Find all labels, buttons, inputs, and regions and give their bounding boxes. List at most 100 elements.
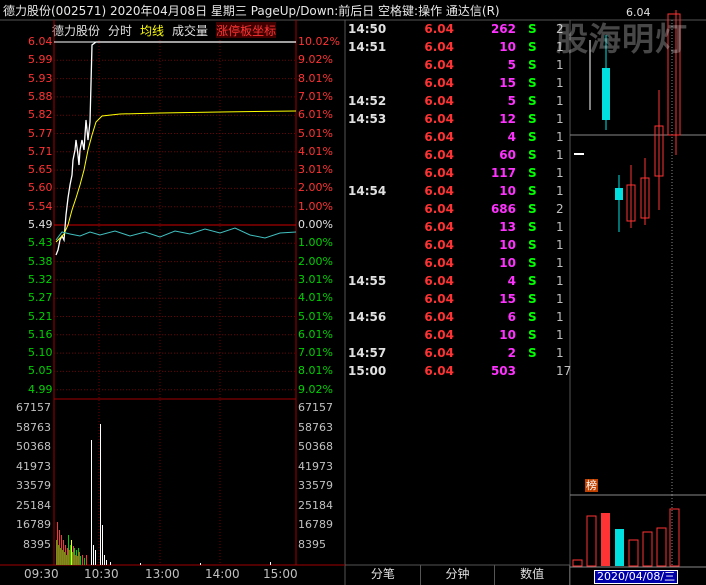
pct-axis-label: 6.01% bbox=[298, 327, 333, 341]
volume-axis-label: 50368 bbox=[298, 440, 333, 453]
kline-price-label: 6.04 bbox=[626, 6, 651, 19]
tick-row: 15:00 6.04 503 17 bbox=[346, 364, 572, 382]
pct-axis-label: 9.02% bbox=[298, 382, 333, 396]
tick-row: 14:52 6.04 5 S 1 bbox=[346, 94, 570, 112]
price-axis-label: 5.43 bbox=[28, 236, 53, 250]
tick-volume: 10 bbox=[499, 40, 516, 54]
volume-bar bbox=[91, 440, 92, 565]
volume-bar bbox=[73, 546, 74, 565]
tick-time: 14:53 bbox=[348, 112, 387, 126]
tick-time: 14:50 bbox=[348, 22, 387, 36]
volume-axis-label: 58763 bbox=[16, 420, 51, 434]
tick-count: 1 bbox=[556, 166, 564, 180]
tick-count: 1 bbox=[556, 220, 564, 234]
time-label-1300: 13:00 bbox=[145, 567, 180, 581]
tick-count: 17 bbox=[556, 364, 572, 378]
pct-axis-label: 6.01% bbox=[298, 108, 333, 122]
tick-row: 14:54 6.04 10 S 1 bbox=[346, 184, 570, 202]
tick-time: 14:54 bbox=[348, 184, 387, 198]
volume-bar bbox=[84, 558, 85, 565]
volume-bar bbox=[56, 540, 57, 565]
volume-bar bbox=[61, 535, 62, 565]
tick-row: 6.04 117 S 1 bbox=[346, 166, 570, 184]
tick-side: S bbox=[528, 40, 537, 54]
tick-price: 6.04 bbox=[424, 292, 454, 306]
tick-price: 6.04 bbox=[424, 310, 454, 324]
tick-count: 1 bbox=[556, 112, 564, 126]
tick-price: 6.04 bbox=[424, 328, 454, 342]
tick-count: 1 bbox=[556, 310, 564, 324]
pct-axis-label: 3.01% bbox=[298, 272, 333, 286]
volume-bar bbox=[70, 545, 71, 565]
tick-count: 2 bbox=[556, 202, 564, 216]
tick-count: 1 bbox=[556, 148, 564, 162]
tick-side: S bbox=[528, 220, 537, 234]
volume-bar bbox=[80, 556, 81, 565]
tick-row: 14:55 6.04 4 S 1 bbox=[346, 274, 570, 292]
tick-price: 6.04 bbox=[424, 238, 454, 252]
price-axis-label: 5.49 bbox=[28, 218, 53, 231]
tick-row: 6.04 15 S 1 bbox=[346, 292, 570, 310]
tick-row: 14:51 6.04 10 S 1 bbox=[346, 40, 570, 58]
price-axis-label: 6.04 bbox=[28, 35, 53, 48]
pct-axis-label: 4.01% bbox=[298, 291, 333, 305]
volume-bar bbox=[77, 556, 78, 565]
tick-count: 1 bbox=[556, 184, 564, 198]
volume-bar bbox=[58, 545, 59, 565]
volume-bar bbox=[140, 563, 141, 565]
tick-volume: 10 bbox=[499, 238, 516, 252]
tick-row: 14:56 6.04 6 S 1 bbox=[346, 310, 570, 328]
tick-side: S bbox=[528, 292, 537, 306]
tick-price: 6.04 bbox=[424, 22, 454, 36]
tick-volume: 15 bbox=[499, 76, 516, 90]
volume-axis-label: 16789 bbox=[16, 518, 51, 531]
tick-row: 6.04 10 S 1 bbox=[346, 328, 570, 346]
price-axis-label: 5.54 bbox=[28, 199, 53, 213]
volume-axis-label: 41973 bbox=[298, 459, 333, 473]
tick-side: S bbox=[528, 166, 537, 180]
tick-count: 1 bbox=[556, 274, 564, 288]
tick-count: 1 bbox=[556, 94, 564, 108]
volume-axis-label: 25184 bbox=[298, 498, 333, 512]
volume-bar bbox=[100, 424, 101, 565]
tick-volume: 10 bbox=[499, 184, 516, 198]
price-axis-label: 5.88 bbox=[28, 89, 53, 103]
time-label-1500: 15:00 bbox=[263, 567, 298, 581]
volume-bar bbox=[78, 548, 79, 565]
tick-volume: 5 bbox=[507, 58, 516, 72]
volume-bar bbox=[65, 545, 66, 565]
tick-time: 14:55 bbox=[348, 274, 387, 288]
tab-shuzhi[interactable]: 数值 bbox=[495, 565, 571, 585]
tab-fenzhong[interactable]: 分钟 bbox=[421, 565, 496, 585]
tick-side: S bbox=[528, 76, 537, 90]
tick-volume: 503 bbox=[490, 364, 516, 378]
tick-side: S bbox=[528, 22, 537, 36]
tick-volume: 117 bbox=[490, 166, 516, 180]
pct-axis-label: 5.01% bbox=[298, 126, 333, 140]
time-label-0930: 09:30 bbox=[24, 567, 59, 581]
pct-axis-label: 7.01% bbox=[298, 346, 333, 360]
tick-row: 6.04 13 S 1 bbox=[346, 220, 570, 238]
tick-volume: 2 bbox=[507, 346, 516, 360]
tick-row: 6.04 15 S 1 bbox=[346, 76, 570, 94]
tick-price: 6.04 bbox=[424, 256, 454, 270]
tick-price: 6.04 bbox=[424, 76, 454, 90]
tick-row: 6.04 4 S 1 bbox=[346, 130, 570, 148]
tick-side: S bbox=[528, 130, 537, 144]
tick-volume: 262 bbox=[490, 22, 516, 36]
volume-bars bbox=[56, 424, 271, 565]
volume-axis-label: 41973 bbox=[16, 459, 51, 473]
tick-count: 1 bbox=[556, 130, 564, 144]
volume-bar bbox=[57, 522, 58, 565]
tick-volume: 60 bbox=[499, 148, 516, 162]
price-line bbox=[55, 41, 296, 256]
volume-bar bbox=[72, 552, 73, 565]
tick-price: 6.04 bbox=[424, 148, 454, 162]
volume-bar bbox=[74, 548, 75, 565]
tab-fenbi[interactable]: 分笔 bbox=[346, 565, 421, 585]
tick-time: 14:52 bbox=[348, 94, 387, 108]
price-axis-label: 5.05 bbox=[28, 364, 53, 378]
tick-side: S bbox=[528, 274, 537, 288]
tick-row: 14:53 6.04 12 S 1 bbox=[346, 112, 570, 130]
pct-axis-label: 3.01% bbox=[298, 163, 333, 177]
